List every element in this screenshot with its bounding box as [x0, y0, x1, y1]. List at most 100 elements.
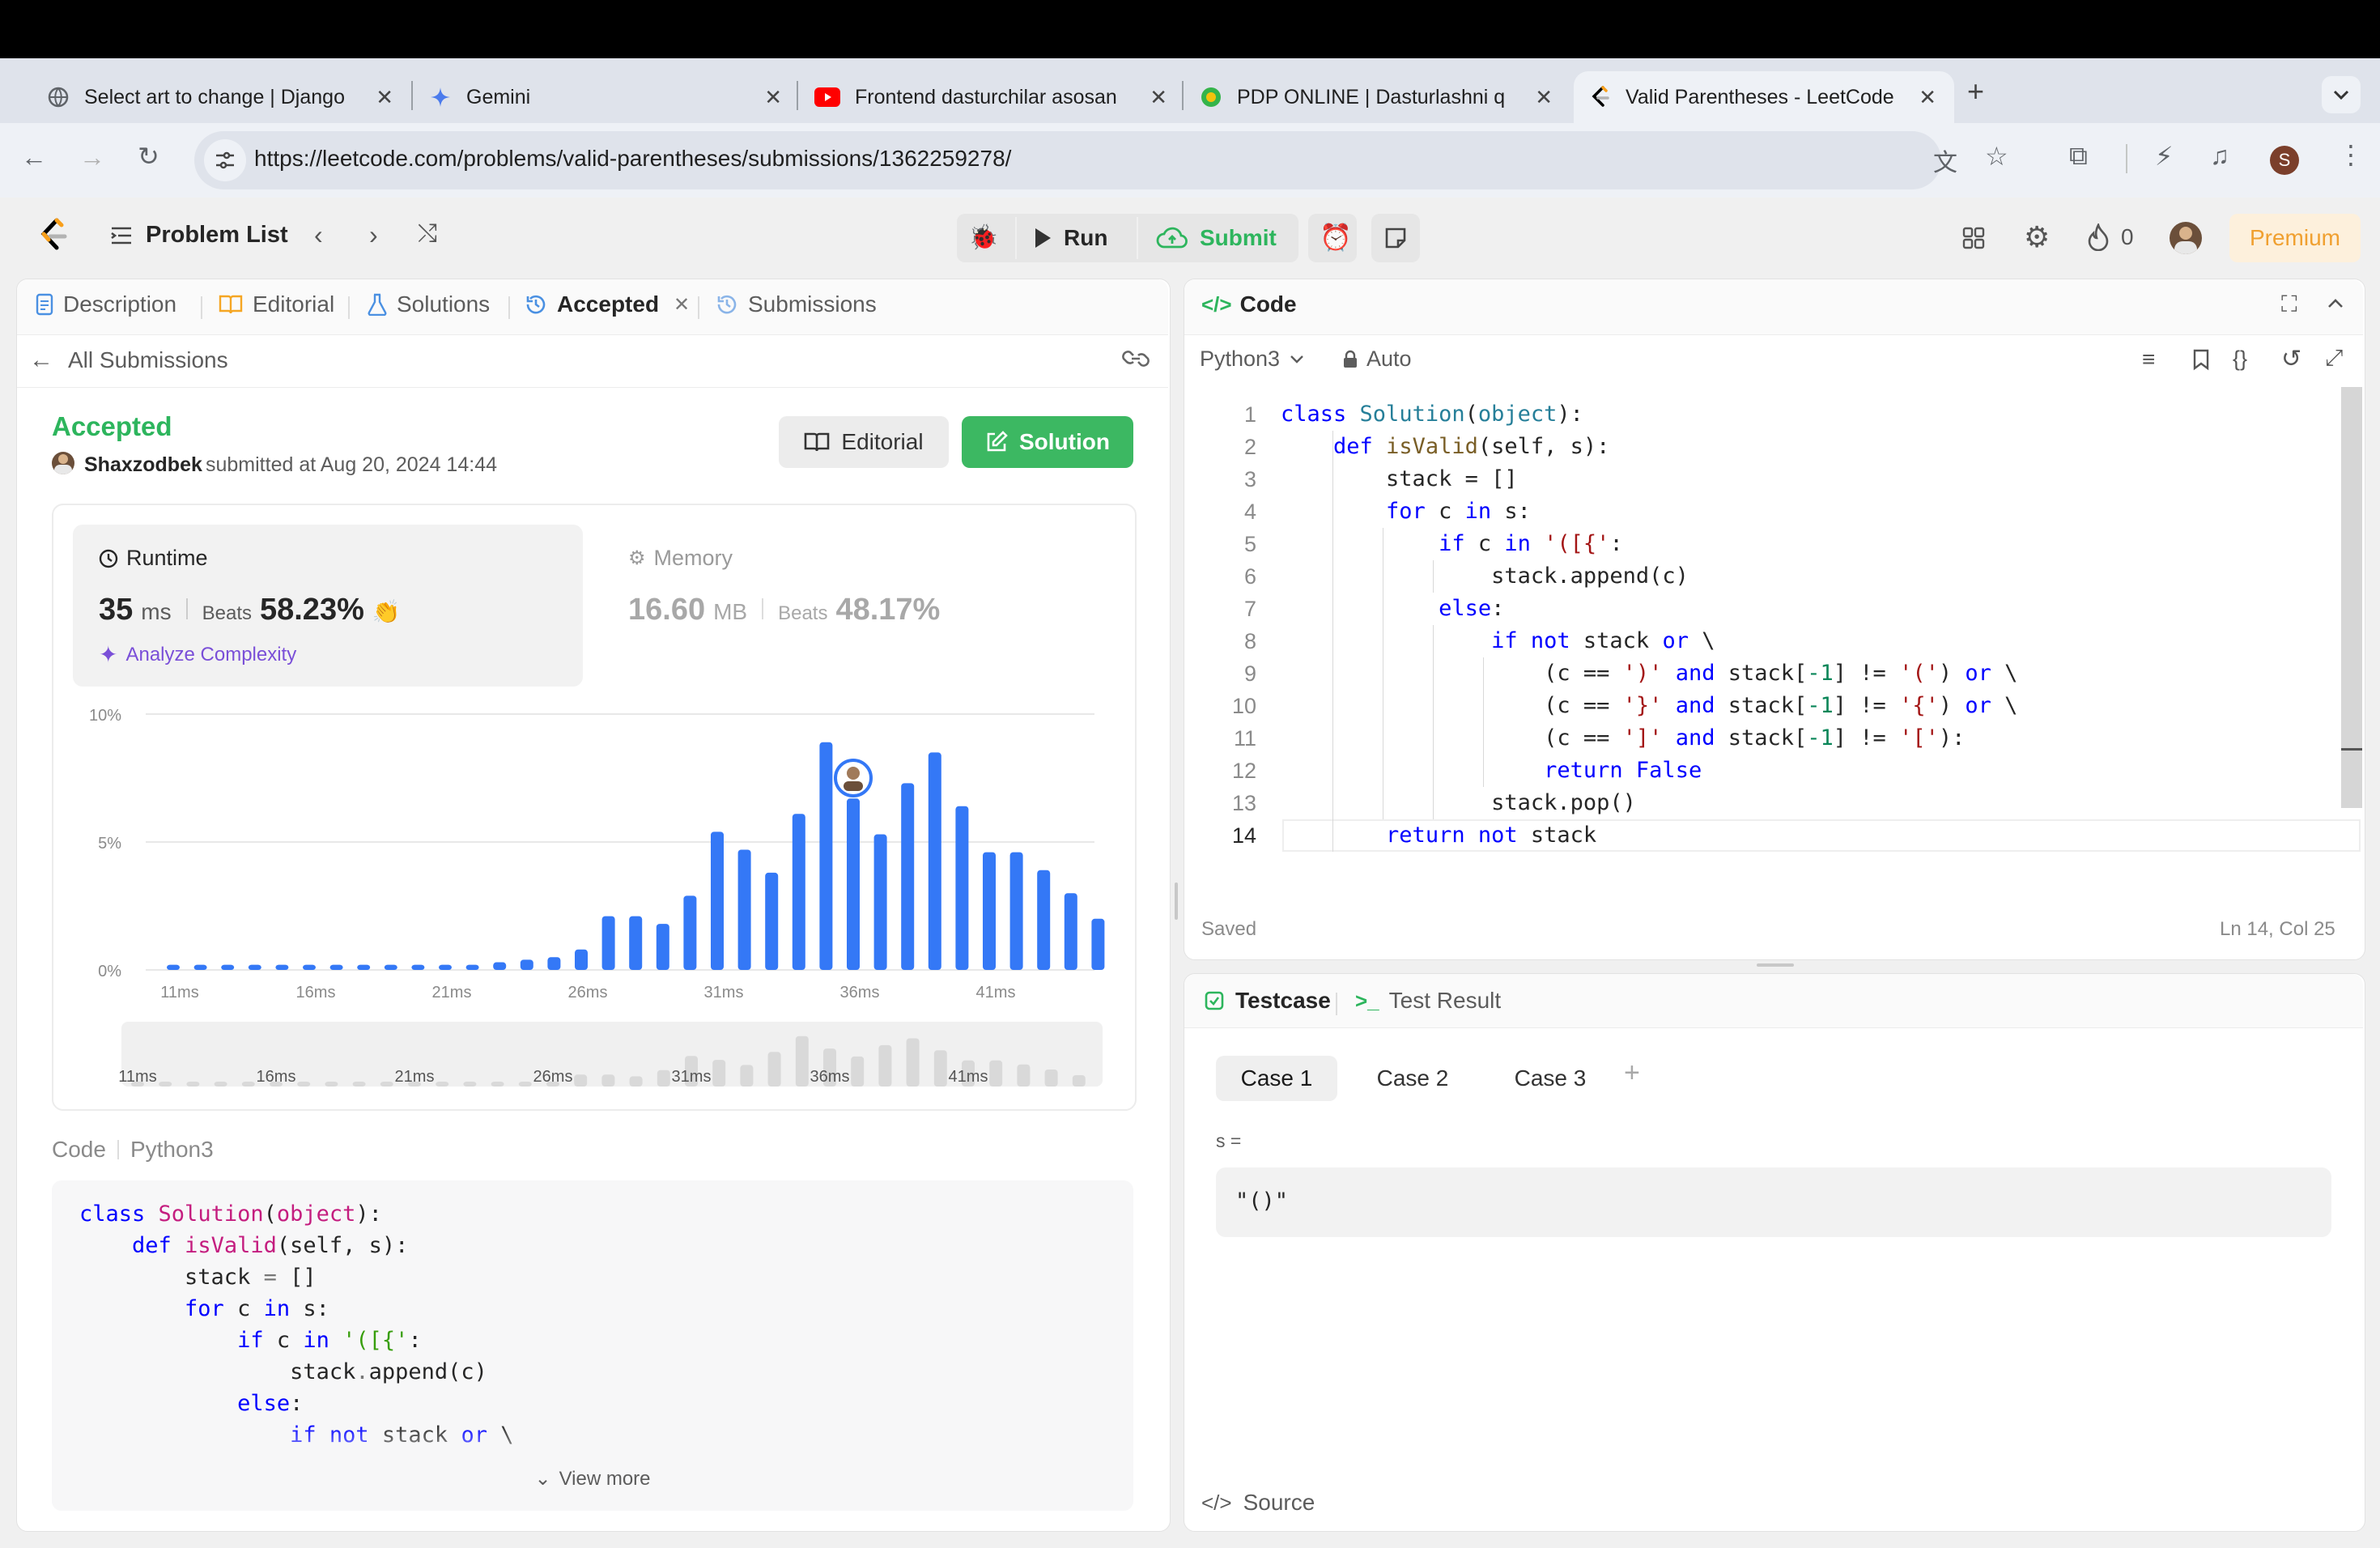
site-info-button[interactable]: [204, 139, 246, 181]
braces-icon[interactable]: {}: [2233, 347, 2247, 372]
shuffle-icon[interactable]: ⤭: [418, 220, 437, 248]
distribution-bar: [819, 742, 833, 970]
submitted-at: submitted at Aug 20, 2024 14:44: [206, 453, 497, 476]
leetcode-logo-icon[interactable]: [36, 217, 68, 254]
divider: [1137, 217, 1138, 259]
browser-tab-django[interactable]: Select art to change | Django ✕: [32, 71, 393, 123]
language-selector[interactable]: Python3: [1200, 347, 1304, 372]
browser-tab-gemini[interactable]: Gemini ✕: [421, 71, 782, 123]
browser-tab-leetcode[interactable]: Valid Parentheses - LeetCode ✕: [1574, 71, 1954, 123]
prev-problem-icon[interactable]: ‹: [314, 220, 323, 250]
distribution-bar: [601, 916, 615, 970]
tab-solutions[interactable]: Solutions: [368, 291, 490, 317]
close-tab-icon[interactable]: ✕: [674, 293, 690, 317]
url-text[interactable]: https://leetcode.com/problems/valid-pare…: [254, 146, 1011, 172]
source-button[interactable]: </> Source: [1201, 1490, 1315, 1516]
memory-title[interactable]: ⚙ Memory: [628, 546, 733, 571]
more-vert-icon[interactable]: ⋮: [2338, 139, 2364, 170]
vertical-resize-handle[interactable]: [1757, 963, 1794, 967]
bookmark-star-icon[interactable]: ☆: [1985, 141, 2008, 172]
browser-tab-pdp[interactable]: PDP ONLINE | Dasturlashni qu ✕: [1192, 71, 1553, 123]
format-lines-icon[interactable]: ≡: [2142, 347, 2155, 372]
runtime-beats: 58.23%: [259, 593, 364, 627]
close-tab-icon[interactable]: ✕: [764, 85, 782, 110]
tab-description[interactable]: Description: [36, 291, 176, 317]
debug-icon[interactable]: 🐞: [968, 223, 998, 252]
expand-icon[interactable]: ⤢: [2325, 345, 2343, 372]
media-control-icon[interactable]: ♫: [2210, 141, 2229, 171]
case-1-tab[interactable]: Case 1: [1216, 1056, 1337, 1101]
reset-code-icon[interactable]: ↺: [2281, 345, 2301, 373]
tab-testcase[interactable]: Testcase: [1205, 988, 1331, 1014]
case-2-tab[interactable]: Case 2: [1352, 1056, 1473, 1101]
submitter-name[interactable]: Shaxzodbek: [84, 453, 202, 477]
x-tick-label: 16ms: [296, 984, 336, 1002]
settings-gear-icon[interactable]: ⚙: [2024, 220, 2050, 254]
submitter-avatar[interactable]: [52, 452, 74, 474]
browser-tab-youtube[interactable]: Frontend dasturchilar asosan ✕: [806, 71, 1167, 123]
tab-submissions[interactable]: Submissions: [716, 291, 877, 317]
code-preview-text: class Solution(object): def isValid(self…: [79, 1201, 513, 1448]
pdp-icon: [1201, 87, 1221, 107]
extensions-icon[interactable]: ⧉: [2069, 141, 2088, 172]
memory-label: Memory: [653, 546, 733, 570]
x-tick-label: 21ms: [432, 984, 472, 1002]
submit-button[interactable]: Submit: [1156, 225, 1277, 251]
chevron-up-icon[interactable]: [2327, 298, 2344, 309]
y-tick-label: 0%: [98, 963, 121, 980]
tab-editorial[interactable]: Editorial: [219, 291, 334, 317]
forward-arrow-icon[interactable]: →: [79, 142, 105, 172]
distribution-bar: [983, 852, 996, 970]
distribution-bar: [411, 964, 425, 970]
overview-bar: [629, 1076, 643, 1087]
add-case-icon[interactable]: +: [1624, 1057, 1640, 1089]
editorial-button[interactable]: Editorial: [779, 416, 949, 468]
tab-search-button[interactable]: [2322, 76, 2361, 113]
close-tab-icon[interactable]: ✕: [1535, 85, 1553, 110]
runtime-distribution-chart[interactable]: 10% 5% 0% 11ms 16ms 21ms 26ms 31ms 36ms 41ms 11ms 1…: [73, 698, 1125, 1095]
layout-icon[interactable]: [1962, 227, 1985, 249]
translate-icon[interactable]: 文: [1933, 142, 1957, 178]
streak-counter[interactable]: 0: [2087, 223, 2134, 251]
line-number: 9: [1243, 661, 1256, 686]
auto-mode[interactable]: Auto: [1342, 347, 1412, 372]
close-tab-icon[interactable]: ✕: [376, 85, 393, 110]
solution-button[interactable]: Solution: [962, 416, 1133, 468]
solution-label: Solution: [1019, 429, 1110, 454]
panel-resize-handle[interactable]: [1175, 882, 1178, 920]
bookmark-icon[interactable]: [2192, 348, 2210, 371]
overview-bar: [989, 1060, 1003, 1087]
memory-stats: 16.60 MB Beats 48.17%: [628, 593, 940, 627]
fullscreen-icon[interactable]: ⛶: [2281, 291, 2297, 318]
back-arrow-icon[interactable]: ←: [21, 142, 47, 172]
analyze-complexity-link[interactable]: ✦ Analyze Complexity: [99, 641, 296, 668]
user-avatar[interactable]: [2170, 222, 2202, 254]
cursor-position: Ln 14, Col 25: [2220, 918, 2335, 940]
editor-scrollbar[interactable]: [2341, 387, 2362, 808]
code-editor-text[interactable]: class Solution(object): def isValid(self…: [1281, 398, 2333, 852]
case-3-tab[interactable]: Case 3: [1490, 1056, 1611, 1101]
tab-test-result[interactable]: >_ Test Result: [1355, 988, 1501, 1014]
new-tab-button[interactable]: +: [1967, 74, 1984, 108]
premium-button[interactable]: Premium: [2229, 214, 2361, 262]
clap-icon: 👏: [372, 599, 401, 624]
analyze-label: Analyze Complexity: [125, 643, 297, 666]
profile-avatar[interactable]: S: [2270, 146, 2299, 175]
code-brackets-icon: </>: [1201, 291, 1232, 317]
code-label: Code: [52, 1137, 106, 1162]
testcase-input[interactable]: "()": [1216, 1167, 2331, 1237]
problem-list-button[interactable]: Problem List: [108, 222, 288, 249]
performance-icon[interactable]: ⚡: [2155, 141, 2173, 172]
avatar-head: [847, 767, 860, 780]
reload-icon[interactable]: ↻: [138, 141, 159, 172]
divider: [348, 296, 350, 319]
distribution-bar: [1064, 893, 1077, 970]
next-problem-icon[interactable]: ›: [369, 220, 378, 250]
tab-accepted[interactable]: Accepted ✕: [525, 291, 690, 317]
close-tab-icon[interactable]: ✕: [1150, 85, 1167, 110]
all-submissions-link[interactable]: ← All Submissions: [29, 347, 228, 374]
close-tab-icon[interactable]: ✕: [1919, 85, 1936, 110]
run-button[interactable]: Run: [1033, 225, 1107, 251]
share-link-icon[interactable]: [1122, 348, 1150, 369]
view-more-button[interactable]: ⌄ View more: [52, 1467, 1133, 1491]
